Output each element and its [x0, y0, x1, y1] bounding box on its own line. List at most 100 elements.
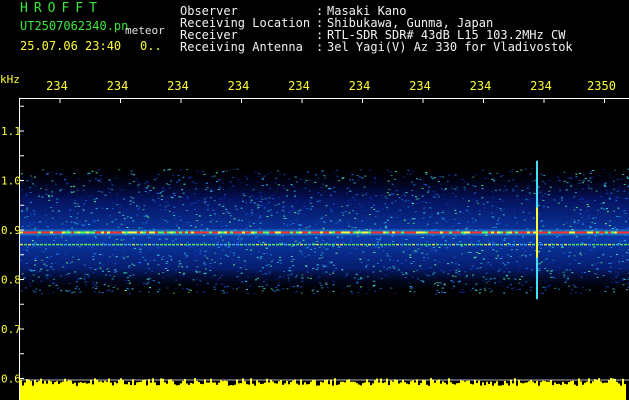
amplitude-bar — [494, 383, 496, 400]
noise-speck — [487, 239, 490, 241]
noise-speck — [622, 255, 625, 257]
noise-speck — [498, 198, 501, 200]
noise-speck — [268, 245, 271, 247]
noise-speck — [132, 201, 135, 203]
noise-speck — [546, 286, 549, 288]
noise-speck — [290, 274, 293, 276]
noise-speck — [357, 278, 360, 280]
noise-speck — [168, 214, 171, 216]
noise-speck — [422, 259, 425, 261]
amplitude-bar — [540, 381, 542, 400]
carrier-line-segment — [446, 231, 449, 234]
amplitude-bar — [252, 383, 254, 400]
noise-speck — [380, 278, 383, 280]
noise-speck — [93, 284, 96, 286]
amplitude-bar — [242, 378, 244, 400]
noise-speck — [486, 201, 489, 203]
noise-speck — [32, 245, 35, 247]
noise-speck — [610, 262, 613, 264]
noise-speck — [179, 169, 182, 171]
noise-speck — [40, 187, 42, 189]
noise-speck — [145, 214, 148, 216]
amplitude-bar — [32, 385, 34, 400]
noise-speck — [55, 251, 58, 253]
noise-speck — [614, 266, 617, 268]
amplitude-bar — [134, 385, 136, 400]
noise-speck — [309, 200, 312, 202]
noise-speck — [144, 272, 147, 274]
noise-speck — [332, 272, 335, 274]
noise-speck — [410, 236, 413, 238]
noise-speck — [124, 211, 127, 213]
amplitude-bar — [506, 383, 508, 400]
noise-speck — [552, 276, 555, 278]
noise-speck — [522, 236, 525, 238]
noise-speck — [233, 221, 236, 223]
noise-speck — [387, 219, 389, 221]
noise-speck — [298, 242, 301, 244]
noise-speck — [132, 181, 135, 182]
secondary-line-segment — [324, 243, 327, 246]
noise-speck — [589, 227, 592, 229]
noise-speck — [61, 223, 64, 225]
amplitude-bar — [616, 381, 618, 400]
noise-speck — [123, 250, 126, 252]
noise-speck — [457, 273, 460, 275]
noise-speck — [415, 198, 418, 200]
secondary-line-segment — [552, 243, 555, 246]
noise-speck — [364, 193, 367, 195]
noise-speck — [354, 227, 357, 229]
amplitude-bar — [420, 383, 422, 400]
noise-speck — [214, 237, 217, 239]
noise-speck — [375, 238, 378, 240]
noise-speck — [204, 255, 206, 257]
noise-speck — [146, 226, 149, 228]
noise-speck — [425, 201, 428, 203]
noise-speck — [68, 263, 71, 264]
carrier-line-segment — [230, 231, 233, 234]
carrier-line-segment — [539, 231, 542, 234]
noise-speck — [338, 239, 341, 241]
noise-speck — [292, 219, 295, 221]
noise-speck — [434, 248, 436, 250]
noise-speck — [521, 190, 524, 192]
noise-speck — [306, 208, 309, 210]
amplitude-bar — [318, 385, 320, 400]
noise-speck — [293, 286, 295, 287]
noise-speck — [277, 284, 280, 286]
noise-speck — [570, 177, 573, 179]
noise-speck — [31, 223, 34, 225]
noise-speck — [51, 225, 54, 227]
noise-speck — [325, 271, 328, 273]
noise-speck — [361, 177, 364, 179]
noise-speck — [578, 179, 581, 181]
y-tick-label: 0.7 — [1, 323, 21, 336]
secondary-line-segment — [548, 243, 551, 246]
noise-speck — [458, 269, 461, 270]
noise-speck — [438, 292, 440, 294]
amplitude-bar — [502, 385, 504, 400]
secondary-line-segment — [268, 243, 271, 246]
noise-speck — [106, 268, 109, 270]
noise-speck — [308, 208, 311, 210]
noise-speck — [186, 242, 189, 244]
noise-speck — [85, 192, 88, 194]
noise-speck — [264, 253, 267, 255]
amplitude-bar — [164, 382, 166, 400]
noise-speck — [190, 203, 193, 205]
noise-speck — [407, 273, 410, 275]
amplitude-bar — [130, 385, 132, 400]
noise-speck — [456, 268, 459, 270]
noise-speck — [444, 240, 447, 242]
carrier-line-segment — [599, 231, 602, 234]
secondary-line-segment — [212, 243, 215, 246]
amplitude-bar — [214, 382, 216, 400]
noise-speck — [82, 185, 85, 187]
noise-speck — [427, 266, 430, 268]
noise-speck — [479, 237, 482, 239]
noise-speck — [359, 289, 362, 291]
noise-speck — [119, 241, 122, 242]
noise-speck — [376, 262, 379, 264]
noise-speck — [563, 274, 566, 276]
noise-speck — [60, 236, 63, 238]
